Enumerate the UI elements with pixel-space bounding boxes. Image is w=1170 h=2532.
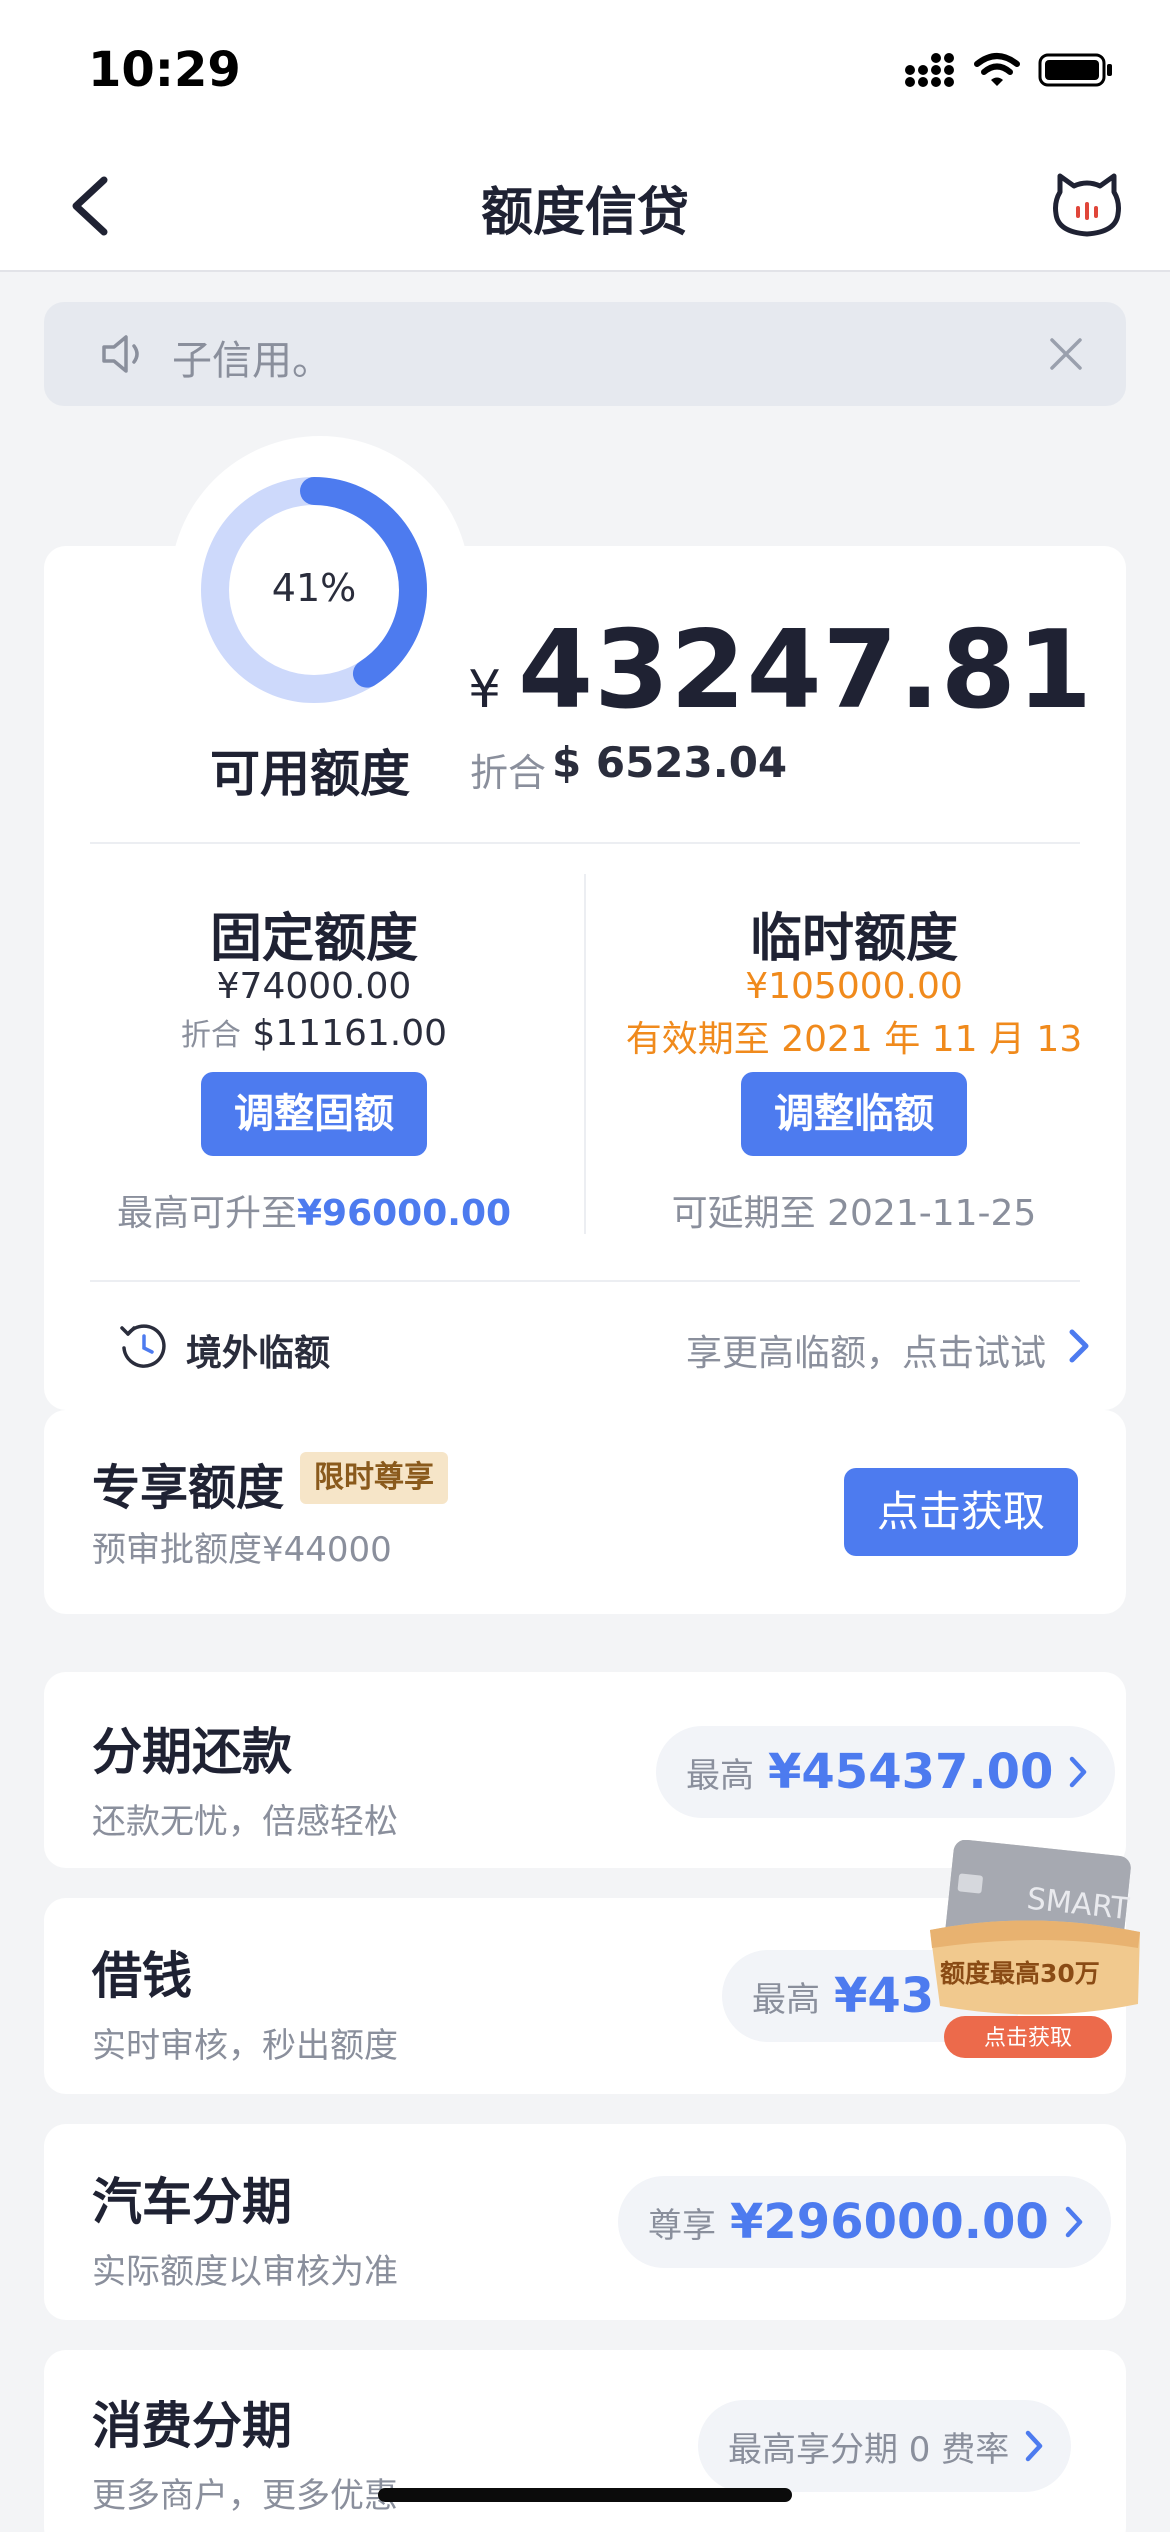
currency-symbol: ¥ bbox=[468, 660, 502, 720]
overseas-credit-label[interactable]: 境外临额 bbox=[186, 1324, 330, 1376]
service-subtitle: 实际额度以审核为准 bbox=[92, 2252, 398, 2292]
mascot-icon[interactable] bbox=[1052, 170, 1122, 240]
chevron-right-icon bbox=[1065, 2206, 1083, 2238]
service-subtitle: 更多商户，更多优惠 bbox=[92, 2476, 398, 2516]
notice-text: 子信用。 bbox=[172, 338, 332, 384]
fixed-converted-amount: $11161.00 bbox=[252, 1013, 448, 1054]
fixed-credit-limit: 最高可升至¥96000.00 bbox=[84, 1184, 544, 1236]
speaker-icon bbox=[102, 335, 139, 373]
fixed-credit-amount: ¥74000.00 bbox=[216, 966, 412, 1007]
pill-amount: ¥296000.00 bbox=[730, 2194, 1049, 2250]
status-time: 10:29 bbox=[88, 42, 241, 98]
service-title: 汽车分期 bbox=[92, 2173, 292, 2231]
temp-credit-title: 临时额度 bbox=[749, 909, 958, 969]
pill-amount: ¥45437.00 bbox=[768, 1744, 1054, 1800]
pill-prefix: 最高享分期 0 费率 bbox=[728, 2429, 1010, 2470]
preapproved-amount: 预审批额度¥44000 bbox=[92, 1530, 392, 1570]
service-subtitle: 还款无忧，倍感轻松 bbox=[92, 1802, 398, 1842]
promo-button[interactable]: 点击获取 bbox=[984, 2026, 1072, 2051]
status-bar: 10:29 bbox=[0, 0, 1170, 140]
chevron-right-icon bbox=[1070, 1756, 1087, 1788]
service-amount-pill[interactable]: 最高 ¥45437.00 bbox=[656, 1726, 1116, 1818]
promo-headline: 额度最高30万 bbox=[940, 1959, 1100, 1988]
close-icon[interactable] bbox=[1046, 334, 1086, 374]
fixed-converted-prefix: 折合 bbox=[180, 1018, 241, 1053]
service-subtitle: 实时审核，秒出额度 bbox=[92, 2026, 398, 2066]
credit-card-promo[interactable]: SMART 额度最高30万 点击获取 bbox=[910, 1840, 1150, 2084]
status-icons bbox=[904, 52, 1114, 88]
pill-prefix: 最高 bbox=[752, 1979, 820, 2020]
column-divider bbox=[584, 874, 586, 1234]
pill-prefix: 尊享 bbox=[648, 2205, 716, 2246]
divider bbox=[90, 842, 1080, 844]
available-amount: 43247.81 bbox=[518, 608, 1094, 733]
ring-percent: 41% bbox=[271, 566, 357, 610]
converted-amount: $ 6523.04 bbox=[552, 738, 788, 787]
available-label: 可用额度 bbox=[210, 745, 410, 803]
home-indicator bbox=[378, 2488, 792, 2502]
exclusive-credit-title: 专享额度 bbox=[92, 1460, 285, 1516]
temp-credit-extend: 可延期至 2021-11-25 bbox=[671, 1193, 1037, 1234]
pill-prefix: 最高 bbox=[686, 1755, 754, 1796]
battery-icon bbox=[1038, 53, 1112, 87]
adjust-fixed-button[interactable]: 调整固额 bbox=[201, 1072, 427, 1156]
temp-credit-amount: ¥105000.00 bbox=[745, 966, 963, 1007]
overseas-credit-hint[interactable]: 享更高临额，点击试试 bbox=[686, 1324, 1046, 1376]
clock-rotate-icon bbox=[120, 1324, 166, 1368]
nav-bar: 额度信贷 bbox=[0, 140, 1170, 272]
service-amount-pill[interactable]: 最高享分期 0 费率 bbox=[698, 2400, 1072, 2492]
chevron-right-icon bbox=[1026, 2430, 1043, 2462]
cellular-signal-icon bbox=[905, 53, 954, 87]
divider bbox=[90, 1280, 1080, 1282]
service-title: 分期还款 bbox=[92, 1723, 292, 1781]
page-title: 额度信贷 bbox=[480, 183, 689, 243]
fixed-limit-prefix: 最高可升至 bbox=[116, 1193, 297, 1234]
converted-prefix: 折合 bbox=[470, 751, 547, 795]
fixed-limit-amount: ¥96000.00 bbox=[296, 1193, 512, 1234]
service-amount-pill[interactable]: 尊享 ¥296000.00 bbox=[618, 2176, 1111, 2268]
wifi-icon bbox=[974, 53, 1020, 86]
service-title: 消费分期 bbox=[92, 2397, 292, 2455]
chevron-right-icon[interactable] bbox=[1064, 1326, 1092, 1366]
service-title: 借钱 bbox=[92, 1947, 192, 2005]
adjust-temp-button[interactable]: 调整临额 bbox=[741, 1072, 967, 1156]
notice-banner: 子信用。 bbox=[44, 302, 1126, 406]
limited-time-badge: 限时尊享 bbox=[300, 1452, 448, 1504]
get-exclusive-button[interactable]: 点击获取 bbox=[844, 1468, 1078, 1556]
fixed-credit-converted: 折合 $11161.00 bbox=[84, 1010, 544, 1054]
fixed-credit-title: 固定额度 bbox=[209, 909, 418, 969]
